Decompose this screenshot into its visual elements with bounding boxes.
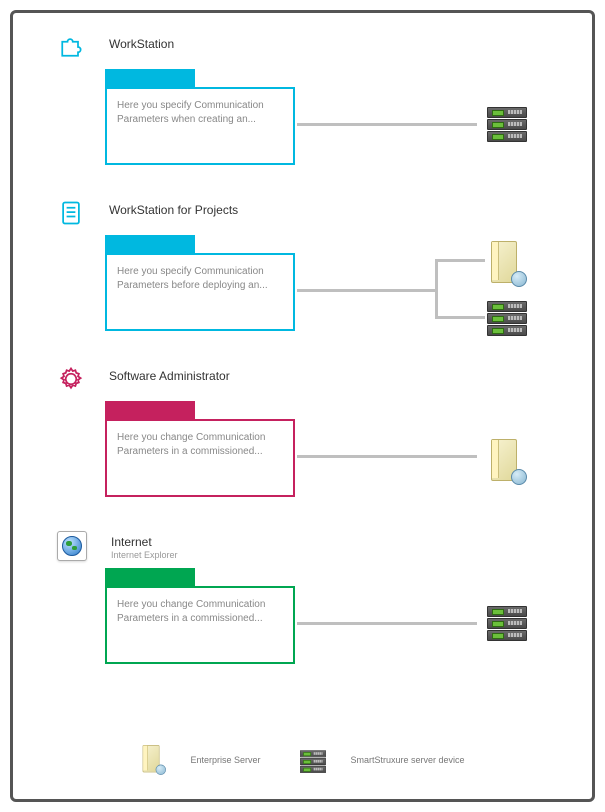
connector-line xyxy=(297,455,477,458)
legend: Enterprise Server SmartStruxure server d… xyxy=(13,737,592,783)
smartstruxure-server-icon xyxy=(300,750,326,770)
folder-body: Here you specify Communication Parameter… xyxy=(105,87,295,165)
section-body: Here you change Communication Parameters… xyxy=(37,568,568,678)
section-body: Here you specify Communication Parameter… xyxy=(37,235,568,345)
smartstruxure-server-icon xyxy=(487,301,527,331)
legend-item-smartstruxure: SmartStruxure server device xyxy=(300,745,464,775)
folder-body: Here you specify Communication Parameter… xyxy=(105,253,295,331)
gear-icon xyxy=(57,365,85,393)
folder-description: Here you specify Communication Parameter… xyxy=(117,99,283,127)
folder-description: Here you change Communication Parameters… xyxy=(117,598,283,626)
folder-tab xyxy=(105,235,195,253)
section-title: Internet xyxy=(111,535,178,549)
folder-body: Here you change Communication Parameters… xyxy=(105,586,295,664)
puzzle-icon xyxy=(57,33,85,61)
target-device xyxy=(487,439,527,485)
connector-bracket xyxy=(435,259,485,319)
smartstruxure-server-icon xyxy=(487,107,527,137)
diagram-frame: WorkStation Here you specify Communicati… xyxy=(10,10,595,802)
folder-card: Here you change Communication Parameters… xyxy=(105,401,295,497)
folder-body: Here you change Communication Parameters… xyxy=(105,419,295,497)
section-2: Software Administrator Here you change C… xyxy=(37,365,568,511)
connector-line xyxy=(297,622,477,625)
section-3: Internet Internet Explorer Here you chan… xyxy=(37,531,568,678)
folder-tab xyxy=(105,69,195,87)
smartstruxure-server-icon xyxy=(487,606,527,636)
section-title: Software Administrator xyxy=(109,369,230,383)
globe-icon xyxy=(57,531,87,559)
section-body: Here you change Communication Parameters… xyxy=(37,401,568,511)
section-1: WorkStation for Projects Here you specif… xyxy=(37,199,568,345)
enterprise-server-icon xyxy=(487,439,527,485)
connector-line xyxy=(297,123,477,126)
enterprise-server-icon xyxy=(487,241,527,287)
section-title: WorkStation xyxy=(109,37,174,51)
section-body: Here you specify Communication Parameter… xyxy=(37,69,568,179)
folder-card: Here you specify Communication Parameter… xyxy=(105,235,295,331)
doc-icon xyxy=(57,199,85,227)
target-device xyxy=(487,107,527,137)
enterprise-server-icon xyxy=(140,745,166,775)
folder-card: Here you specify Communication Parameter… xyxy=(105,69,295,165)
target-device xyxy=(487,241,527,287)
target-device xyxy=(487,301,527,331)
legend-item-enterprise-server: Enterprise Server xyxy=(140,737,260,783)
legend-label: Enterprise Server xyxy=(190,755,260,765)
folder-card: Here you change Communication Parameters… xyxy=(105,568,295,664)
section-subtitle: Internet Explorer xyxy=(111,550,178,560)
connector-line xyxy=(297,289,437,292)
folder-description: Here you specify Communication Parameter… xyxy=(117,265,283,293)
folder-tab xyxy=(105,568,195,586)
folder-description: Here you change Communication Parameters… xyxy=(117,431,283,459)
target-device xyxy=(487,606,527,636)
legend-label: SmartStruxure server device xyxy=(350,755,464,765)
section-0: WorkStation Here you specify Communicati… xyxy=(37,33,568,179)
section-title: WorkStation for Projects xyxy=(109,203,238,217)
folder-tab xyxy=(105,401,195,419)
